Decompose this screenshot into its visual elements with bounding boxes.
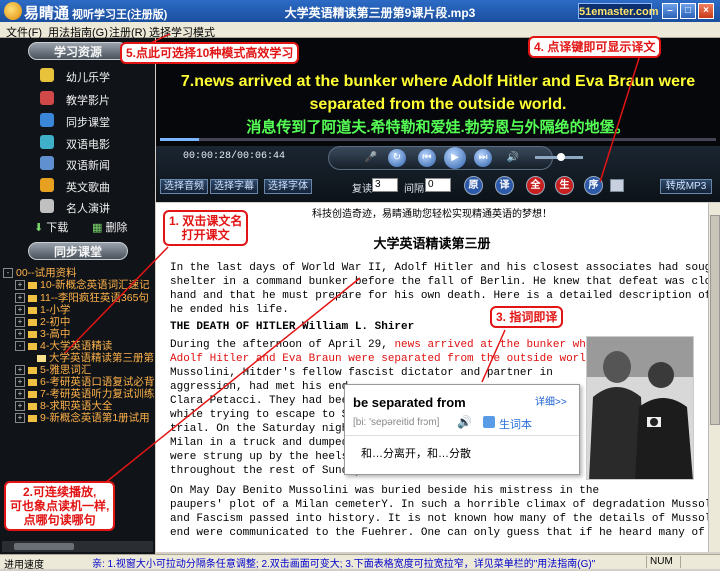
status-empty-cell — [680, 556, 718, 568]
status-tip: 亲: 1.视窗大小可拉动分隔条任意调整; 2.双击画面可变大; 3.下面表格宽度… — [92, 559, 596, 570]
callout-3-arrow — [481, 329, 506, 383]
status-num: NUM — [646, 556, 678, 568]
callout-2-arrow — [99, 277, 361, 488]
callout-open-lesson: 1. 双击课文名 打开课文 — [163, 210, 249, 246]
callout-continuous-play: 2.可连续播放, 可也象点读机一样, 点哪句读哪句 — [4, 481, 116, 531]
callout-study-modes: 5.点此可选择10种模式高效学习 — [120, 42, 300, 64]
callout-translate-key: 4. 点译键即可显示译文 — [528, 36, 662, 58]
callout-1-arrow — [64, 246, 169, 354]
callout-text: 1. 双击课文名 打开课文 — [169, 214, 243, 242]
callout-point-translate: 3. 指词即译 — [490, 306, 564, 328]
callout-text: 2.可连续播放, 可也象点读机一样, 点哪句读哪句 — [10, 485, 110, 527]
callout-4-arrow — [599, 54, 641, 183]
